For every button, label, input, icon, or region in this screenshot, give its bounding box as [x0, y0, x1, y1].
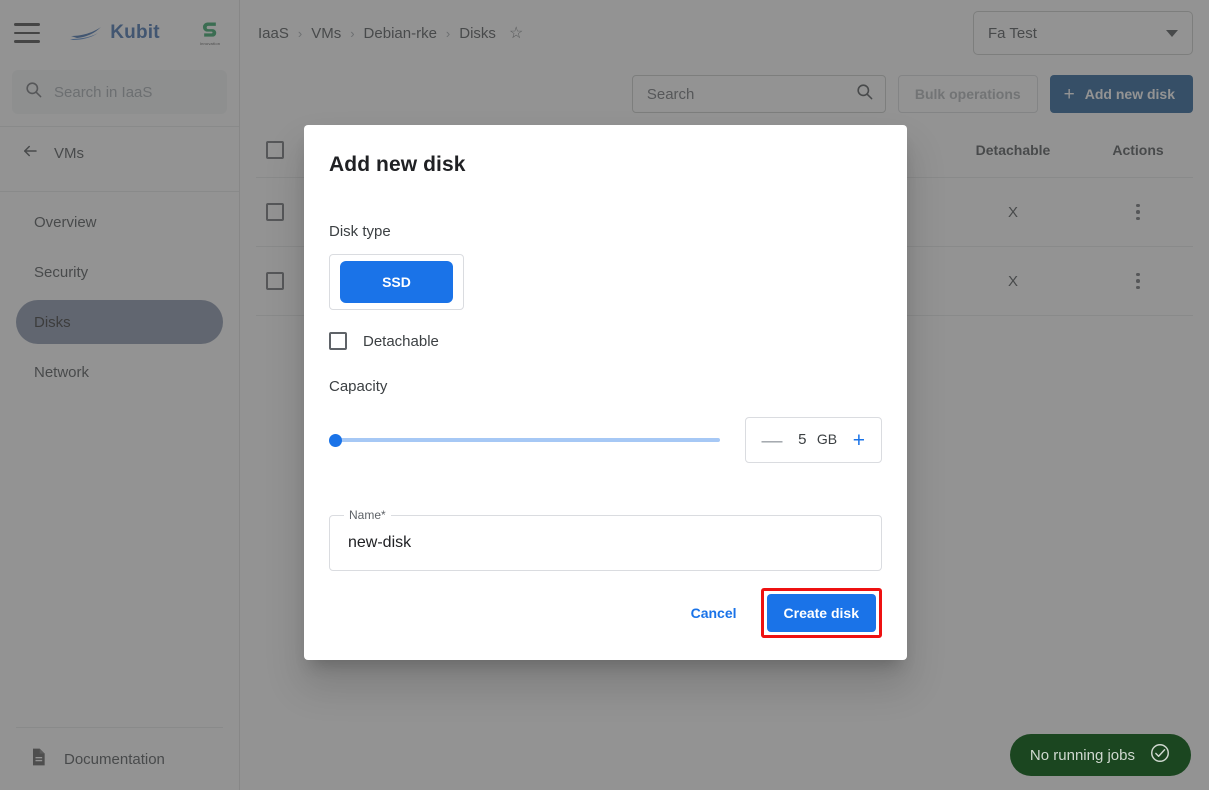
create-disk-button[interactable]: Create disk — [766, 594, 876, 632]
disk-type-option-ssd[interactable]: SSD — [340, 261, 453, 303]
capacity-increment-button[interactable]: + — [853, 430, 865, 451]
slider-track — [329, 438, 720, 442]
required-mark: * — [381, 508, 386, 522]
create-disk-highlight: Create disk — [760, 588, 882, 638]
cancel-button[interactable]: Cancel — [681, 597, 747, 629]
capacity-decrement-button[interactable]: — — [762, 430, 783, 451]
disk-type-group: SSD — [329, 254, 464, 310]
disk-name-field[interactable]: Name* — [329, 508, 882, 571]
running-jobs-status[interactable]: No running jobs — [1009, 734, 1191, 776]
detachable-label: Detachable — [363, 332, 439, 350]
capacity-unit: GB — [816, 431, 838, 447]
capacity-control-row: — 5 GB + — [329, 417, 882, 463]
disk-name-label-text: Name — [349, 508, 382, 522]
slider-thumb[interactable] — [329, 433, 342, 447]
add-new-disk-dialog: Add new disk Disk type SSD Detachable Ca… — [304, 125, 907, 660]
detachable-checkbox-row[interactable]: Detachable — [329, 332, 882, 350]
capacity-label: Capacity — [329, 378, 388, 395]
check-circle-icon — [1149, 742, 1171, 768]
disk-type-label: Disk type — [329, 223, 391, 240]
dialog-actions: Cancel Create disk — [681, 588, 882, 638]
detachable-checkbox[interactable] — [329, 332, 347, 350]
capacity-stepper: — 5 GB + — [744, 417, 882, 463]
dialog-title: Add new disk — [329, 153, 466, 176]
app-root: Kubit Innovation — [0, 0, 1209, 790]
running-jobs-label: No running jobs — [1029, 746, 1135, 764]
disk-name-label: Name* — [344, 508, 391, 522]
capacity-value: 5 — [798, 431, 807, 448]
capacity-slider[interactable] — [329, 430, 720, 450]
disk-name-input[interactable] — [330, 516, 881, 570]
